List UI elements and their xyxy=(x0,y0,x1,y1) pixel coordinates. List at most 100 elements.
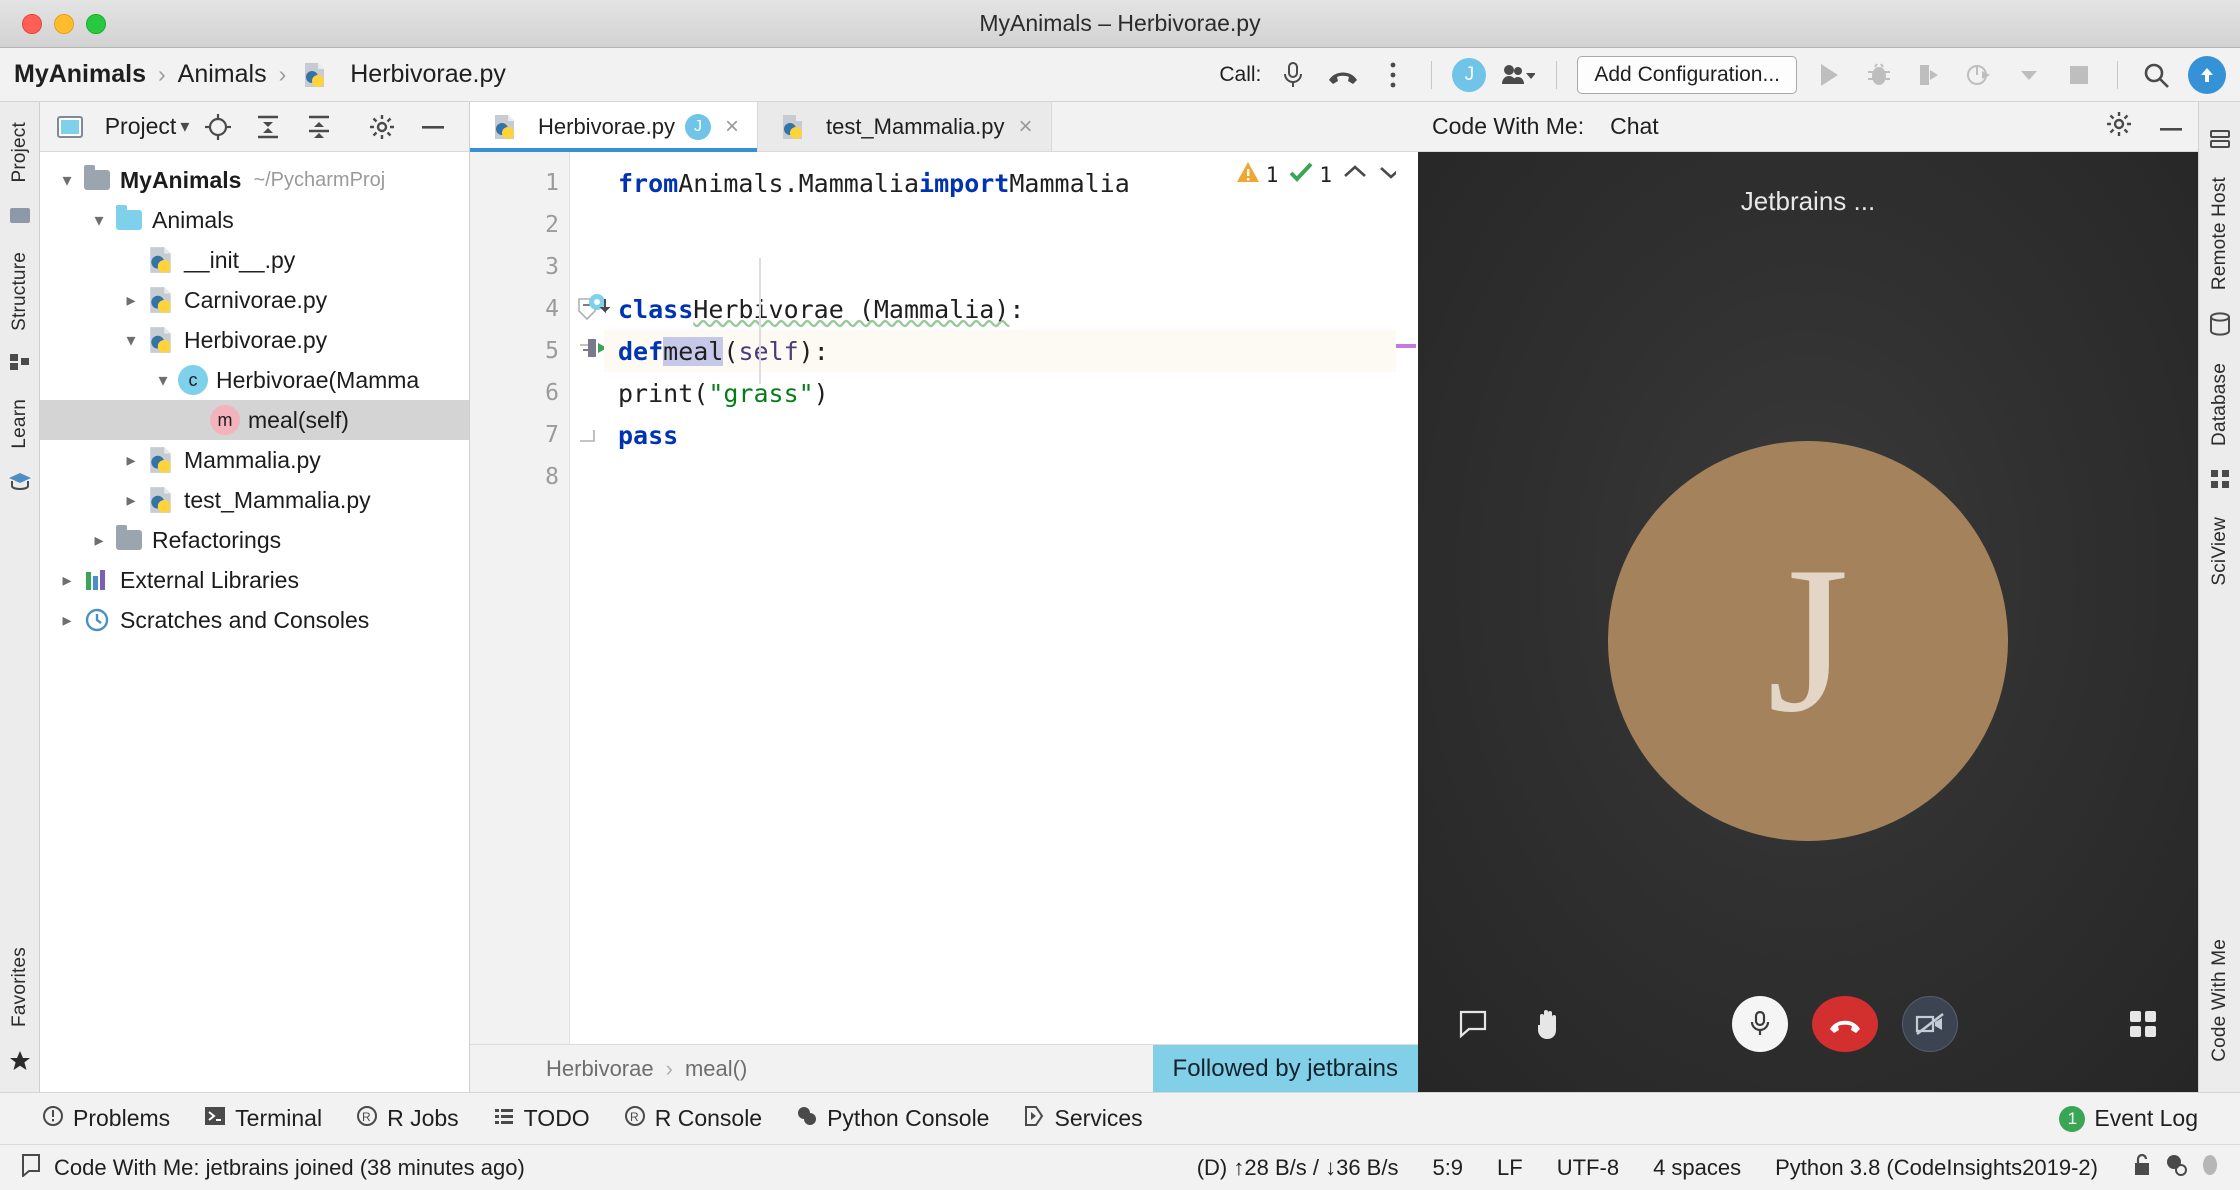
chevron-right-icon[interactable]: ▸ xyxy=(86,530,112,551)
notifications-icon[interactable] xyxy=(2200,1153,2220,1183)
status-message[interactable]: Code With Me: jetbrains joined (38 minut… xyxy=(54,1155,525,1181)
tree-row-herbivorae-class[interactable]: ▾ c Herbivorae(Mamma xyxy=(40,360,469,400)
breadcrumb-file[interactable]: Herbivorae.py xyxy=(350,60,506,89)
tab-chat[interactable]: Chat xyxy=(1610,113,1659,140)
code-folding-gutter[interactable] xyxy=(570,152,604,1044)
tree-row-myanimals[interactable]: ▾ MyAnimals ~/PycharmProj xyxy=(40,160,469,200)
camera-off-icon[interactable] xyxy=(1902,996,1958,1052)
message-balloon-icon[interactable] xyxy=(20,1153,42,1183)
sidebar-item-remote-host[interactable]: Remote Host xyxy=(2209,177,2231,290)
tool-button-services[interactable]: Services xyxy=(1023,1105,1143,1133)
collapse-all-icon[interactable] xyxy=(303,114,336,140)
chevron-down-icon[interactable]: ▾ xyxy=(118,330,144,351)
chevron-right-icon[interactable]: ▸ xyxy=(118,290,144,311)
tool-button-terminal[interactable]: Terminal xyxy=(204,1105,322,1133)
tool-button-problems[interactable]: Problems xyxy=(42,1105,170,1133)
sidebar-item-code-with-me[interactable]: Code With Me xyxy=(2209,939,2231,1062)
hang-up-icon[interactable] xyxy=(1325,57,1361,93)
tree-row-mammalia[interactable]: ▸ Mammalia.py xyxy=(40,440,469,480)
stop-icon[interactable] xyxy=(2061,57,2097,93)
profile-dropdown-icon[interactable] xyxy=(2011,57,2047,93)
previous-highlight-icon[interactable] xyxy=(1342,162,1368,187)
grid-layout-icon[interactable] xyxy=(2128,1009,2158,1039)
tree-row-carnivorae[interactable]: ▸ Carnivorae.py xyxy=(40,280,469,320)
chevron-down-icon[interactable]: ▾ xyxy=(86,210,112,231)
code-content[interactable]: from Animals.Mammalia import Mammalia cl… xyxy=(604,152,1418,1044)
tree-row-refactorings[interactable]: ▸ Refactorings xyxy=(40,520,469,560)
line-separator[interactable]: LF xyxy=(1497,1155,1523,1181)
breadcrumb-folder[interactable]: Animals xyxy=(178,60,267,89)
tab-test-mammalia-py[interactable]: test_Mammalia.py × xyxy=(757,102,1052,151)
avatar[interactable]: J xyxy=(1452,57,1487,92)
video-stage[interactable]: Jetbrains ... J xyxy=(1418,152,2198,1092)
chevron-down-icon[interactable]: ▾ xyxy=(180,116,189,137)
project-panel-title[interactable]: Project xyxy=(105,113,177,140)
tree-row-init[interactable]: ▸ __init__.py xyxy=(40,240,469,280)
code-line-3[interactable] xyxy=(604,246,1418,288)
tool-button-todo[interactable]: TODO xyxy=(493,1105,590,1133)
tree-row-scratches[interactable]: ▸ Scratches and Consoles xyxy=(40,600,469,640)
locate-icon[interactable] xyxy=(201,113,234,141)
microphone-icon[interactable] xyxy=(1732,996,1788,1052)
sidebar-item-sciview[interactable]: SciView xyxy=(2209,517,2231,586)
tool-button-r-console[interactable]: R R Console xyxy=(624,1105,762,1133)
add-configuration-button[interactable]: Add Configuration... xyxy=(1577,55,1797,94)
marker-scrollbar[interactable] xyxy=(1396,152,1418,1044)
inspection-settings-icon[interactable] xyxy=(2164,1153,2188,1183)
hide-icon[interactable] xyxy=(416,122,449,132)
close-icon[interactable]: × xyxy=(1018,113,1032,141)
file-encoding[interactable]: UTF-8 xyxy=(1557,1155,1619,1181)
sidebar-item-structure[interactable]: Structure xyxy=(9,252,31,331)
microphone-icon[interactable] xyxy=(1275,57,1311,93)
sidebar-item-project[interactable]: Project xyxy=(9,122,31,183)
code-editor[interactable]: 1 2 3 4 5 6 7 8 from Animals.Mammalia im… xyxy=(470,152,1418,1044)
more-options-icon[interactable] xyxy=(1375,57,1411,93)
chevron-right-icon[interactable]: ▸ xyxy=(118,450,144,471)
settings-gear-icon[interactable] xyxy=(366,114,399,140)
breadcrumb-method[interactable]: meal() xyxy=(685,1056,747,1082)
close-icon[interactable]: × xyxy=(725,113,739,141)
tree-row-animals[interactable]: ▾ Animals xyxy=(40,200,469,240)
run-icon[interactable] xyxy=(1811,57,1847,93)
code-line-2[interactable] xyxy=(604,204,1418,246)
run-coverage-icon[interactable] xyxy=(1911,57,1947,93)
hide-icon[interactable] xyxy=(2158,113,2184,140)
people-dropdown-icon[interactable] xyxy=(1500,57,1536,93)
hang-up-icon[interactable] xyxy=(1812,996,1878,1052)
sidebar-item-learn[interactable]: Learn xyxy=(9,399,31,449)
chevron-right-icon[interactable]: ▸ xyxy=(54,570,80,591)
raise-hand-icon[interactable] xyxy=(1534,1008,1562,1040)
python-interpreter[interactable]: Python 3.8 (CodeInsights2019-2) xyxy=(1775,1155,2098,1181)
code-line-4[interactable]: class Herbivorae (Mammalia): xyxy=(604,288,1418,330)
sidebar-item-favorites[interactable]: Favorites xyxy=(9,947,31,1027)
code-line-7[interactable]: pass xyxy=(604,414,1418,456)
caret-position[interactable]: 5:9 xyxy=(1432,1155,1463,1181)
expand-all-icon[interactable] xyxy=(252,114,285,140)
chevron-right-icon[interactable]: ▸ xyxy=(54,610,80,631)
indent-setting[interactable]: 4 spaces xyxy=(1653,1155,1741,1181)
chat-icon[interactable] xyxy=(1458,1008,1488,1040)
sidebar-item-database[interactable]: Database xyxy=(2209,363,2231,446)
unlock-icon[interactable] xyxy=(2132,1153,2152,1183)
chevron-down-icon[interactable]: ▾ xyxy=(150,370,176,391)
debug-icon[interactable] xyxy=(1861,57,1897,93)
tree-row-herbivorae-file[interactable]: ▾ Herbivorae.py xyxy=(40,320,469,360)
tool-button-r-jobs[interactable]: R R Jobs xyxy=(356,1105,459,1133)
code-line-5[interactable]: def meal(self): xyxy=(604,330,1418,372)
code-line-6[interactable]: print("grass") xyxy=(604,372,1418,414)
profile-icon[interactable] xyxy=(1961,57,1997,93)
settings-gear-icon[interactable] xyxy=(2106,111,2132,143)
tree-row-external-libraries[interactable]: ▸ External Libraries xyxy=(40,560,469,600)
chevron-right-icon[interactable]: ▸ xyxy=(118,490,144,511)
tab-herbivorae-py[interactable]: Herbivorae.py J × xyxy=(470,102,758,152)
code-line-8[interactable] xyxy=(604,456,1418,498)
chevron-down-icon[interactable]: ▾ xyxy=(54,170,80,191)
search-icon[interactable] xyxy=(2138,57,2174,93)
fold-marker-end[interactable] xyxy=(570,414,604,456)
breadcrumb-class[interactable]: Herbivorae xyxy=(546,1056,654,1082)
inspection-widget[interactable]: 1 1 xyxy=(1235,160,1404,189)
tree-row-meal-method[interactable]: ▸ m meal(self) xyxy=(40,400,469,440)
ok-count-group[interactable]: 1 xyxy=(1288,160,1332,189)
breadcrumb-project[interactable]: MyAnimals xyxy=(14,60,146,89)
tool-button-python-console[interactable]: Python Console xyxy=(796,1105,989,1133)
